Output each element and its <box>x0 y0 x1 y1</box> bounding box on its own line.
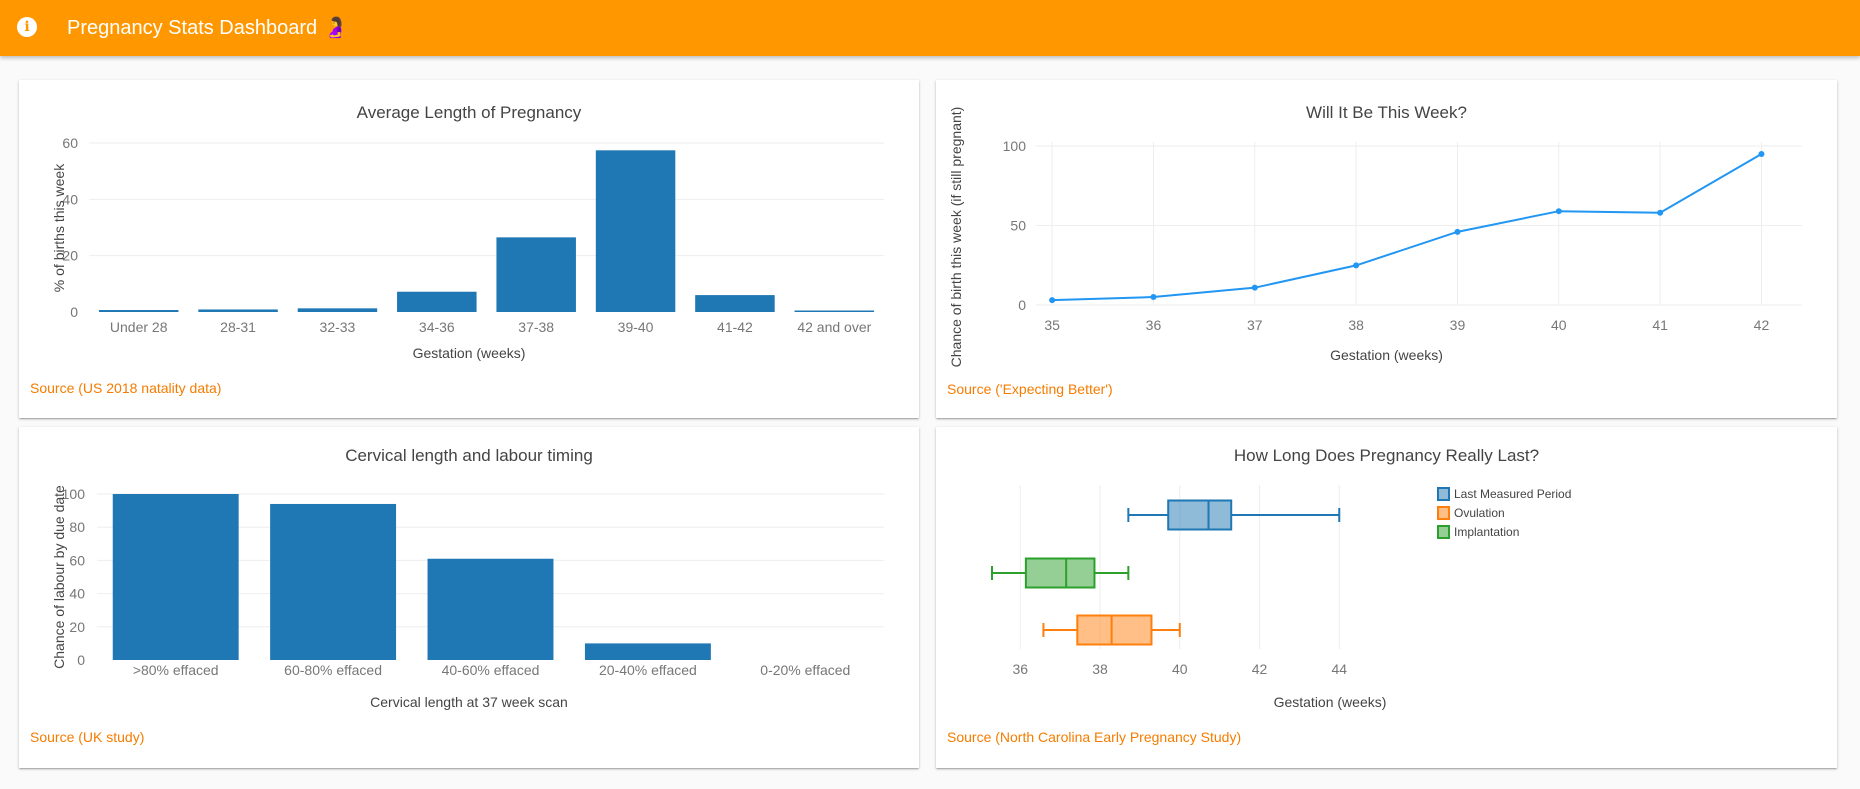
app-title: Pregnancy Stats Dashboard 🤰 <box>67 14 348 42</box>
data-point <box>1353 262 1360 269</box>
x-tick-label: 37-38 <box>518 319 554 335</box>
box <box>1076 614 1153 646</box>
y-tick-label: 100 <box>1003 138 1027 154</box>
app-title-text: Pregnancy Stats Dashboard <box>67 17 318 39</box>
bar <box>794 310 875 312</box>
y-tick-label: 0 <box>77 652 85 668</box>
card-pregnancy-duration: 36 38 40 42 44 Last Measured Period Ovulation I… <box>936 427 1837 768</box>
data-point <box>1150 294 1157 301</box>
x-tick-label: 37 <box>1247 317 1263 333</box>
y-tick-label: 20 <box>69 619 85 635</box>
app-bar: i Pregnancy Stats Dashboard 🤰 <box>0 0 1860 56</box>
legend-label: Implantation <box>1454 525 1519 539</box>
pregnant-woman-icon: 🤰 <box>323 17 349 39</box>
data-point <box>1758 150 1765 157</box>
series-line <box>1052 153 1762 302</box>
source-link-uk-study[interactable]: Source (UK study) <box>30 729 144 745</box>
y-axis-title: % of births this week <box>51 163 67 292</box>
bar <box>112 494 239 660</box>
x-tick-label: 38 <box>1348 317 1364 333</box>
y-tick-label: 0 <box>1018 297 1026 313</box>
bar <box>198 309 278 312</box>
chart-title: Average Length of Pregnancy <box>357 103 582 122</box>
bar <box>270 503 397 660</box>
info-circle-icon: i <box>24 19 30 35</box>
x-tick-label: 42 and over <box>797 319 871 335</box>
card-cervical-length: 0 20 40 60 80 100 >80% effaced 60-80% effaced 40… <box>19 427 919 768</box>
bar <box>595 150 676 312</box>
legend-swatch <box>1437 506 1450 520</box>
y-tick-label: 50 <box>1010 218 1026 234</box>
box <box>1167 499 1233 531</box>
legend-swatch <box>1437 525 1450 539</box>
x-axis-title: Gestation (weeks) <box>1274 694 1387 710</box>
x-tick-label: 36 <box>1013 661 1029 677</box>
x-tick-label: 20-40% effaced <box>599 662 697 678</box>
data-point <box>1049 297 1056 304</box>
info-button[interactable]: i <box>17 17 37 37</box>
x-axis-title: Cervical length at 37 week scan <box>370 694 568 710</box>
data-point <box>1555 208 1562 215</box>
x-tick-label: 44 <box>1331 661 1347 677</box>
chart-will-it-be-this-week: 35 36 37 38 39 40 41 42 0 50 100 Will It Be This We… <box>948 103 1802 368</box>
bar <box>98 310 179 312</box>
x-tick-label: 40 <box>1551 317 1567 333</box>
x-tick-label: 41-42 <box>717 319 753 335</box>
x-tick-label: 36 <box>1146 317 1162 333</box>
x-tick-label: 42 <box>1252 661 1268 677</box>
y-tick-label: 40 <box>69 586 85 602</box>
x-tick-label: Under 28 <box>110 319 168 335</box>
chart-title: Cervical length and labour timing <box>345 446 593 465</box>
x-tick-label: 34-36 <box>419 319 455 335</box>
x-tick-label: 41 <box>1652 317 1668 333</box>
y-tick-label: 60 <box>62 135 78 151</box>
legend-label: Last Measured Period <box>1454 487 1571 501</box>
bar <box>695 295 775 312</box>
x-tick-label: 40-60% effaced <box>442 662 540 678</box>
x-tick-label: 0-20% effaced <box>760 662 850 678</box>
x-tick-label: 28-31 <box>220 319 256 335</box>
x-tick-label: 32-33 <box>320 319 356 335</box>
y-axis-title: Chance of birth this week (if still preg… <box>948 107 964 368</box>
source-link-nc-study[interactable]: Source (North Carolina Early Pregnancy S… <box>947 729 1241 745</box>
legend-label: Ovulation <box>1454 506 1505 520</box>
chart-title: Will It Be This Week? <box>1306 103 1467 122</box>
card-average-length: 0 20 40 60 Under 28 28-31 32-33 34-36 37-38 39-40… <box>19 80 919 418</box>
bar <box>427 558 554 660</box>
data-point <box>1454 228 1461 235</box>
bar <box>496 237 576 312</box>
chart-title: How Long Does Pregnancy Really Last? <box>1234 446 1539 465</box>
y-tick-label: 0 <box>70 304 78 320</box>
bar <box>584 643 711 660</box>
y-tick-label: 80 <box>69 519 85 535</box>
bar <box>297 308 378 312</box>
data-point <box>1657 209 1664 216</box>
x-tick-label: 39-40 <box>618 319 654 335</box>
y-tick-label: 60 <box>69 552 85 568</box>
bar <box>397 291 477 312</box>
x-axis-title: Gestation (weeks) <box>1330 347 1443 363</box>
chart-average-length: 0204060Under 28 28-31 32-33 34-36 37-38 39-40… <box>51 103 884 361</box>
x-tick-label: 35 <box>1044 317 1060 333</box>
x-tick-label: 38 <box>1092 661 1108 677</box>
box <box>1024 557 1096 589</box>
card-will-it-be-this-week: 35 36 37 38 39 40 41 42 0 50 100 Will It Be This We… <box>936 80 1837 418</box>
legend-swatch <box>1437 487 1450 501</box>
data-point <box>1251 284 1258 291</box>
x-tick-label: 39 <box>1450 317 1466 333</box>
y-axis-title: Chance of labour by due date <box>51 485 67 669</box>
source-link-expecting-better[interactable]: Source ('Expecting Better') <box>947 381 1113 397</box>
x-tick-label: 60-80% effaced <box>284 662 382 678</box>
x-tick-label: >80% effaced <box>133 662 219 678</box>
x-tick-label: 40 <box>1172 661 1188 677</box>
source-link-natality[interactable]: Source (US 2018 natality data) <box>30 380 221 396</box>
x-tick-label: 42 <box>1754 317 1770 333</box>
chart-pregnancy-duration: 36 38 40 42 44 Last Measured Period Ovulation I… <box>990 446 1571 710</box>
chart-cervical-length: 020406080100>80% effaced 60-80% effaced 40… <box>51 446 884 710</box>
x-axis-title: Gestation (weeks) <box>413 345 526 361</box>
